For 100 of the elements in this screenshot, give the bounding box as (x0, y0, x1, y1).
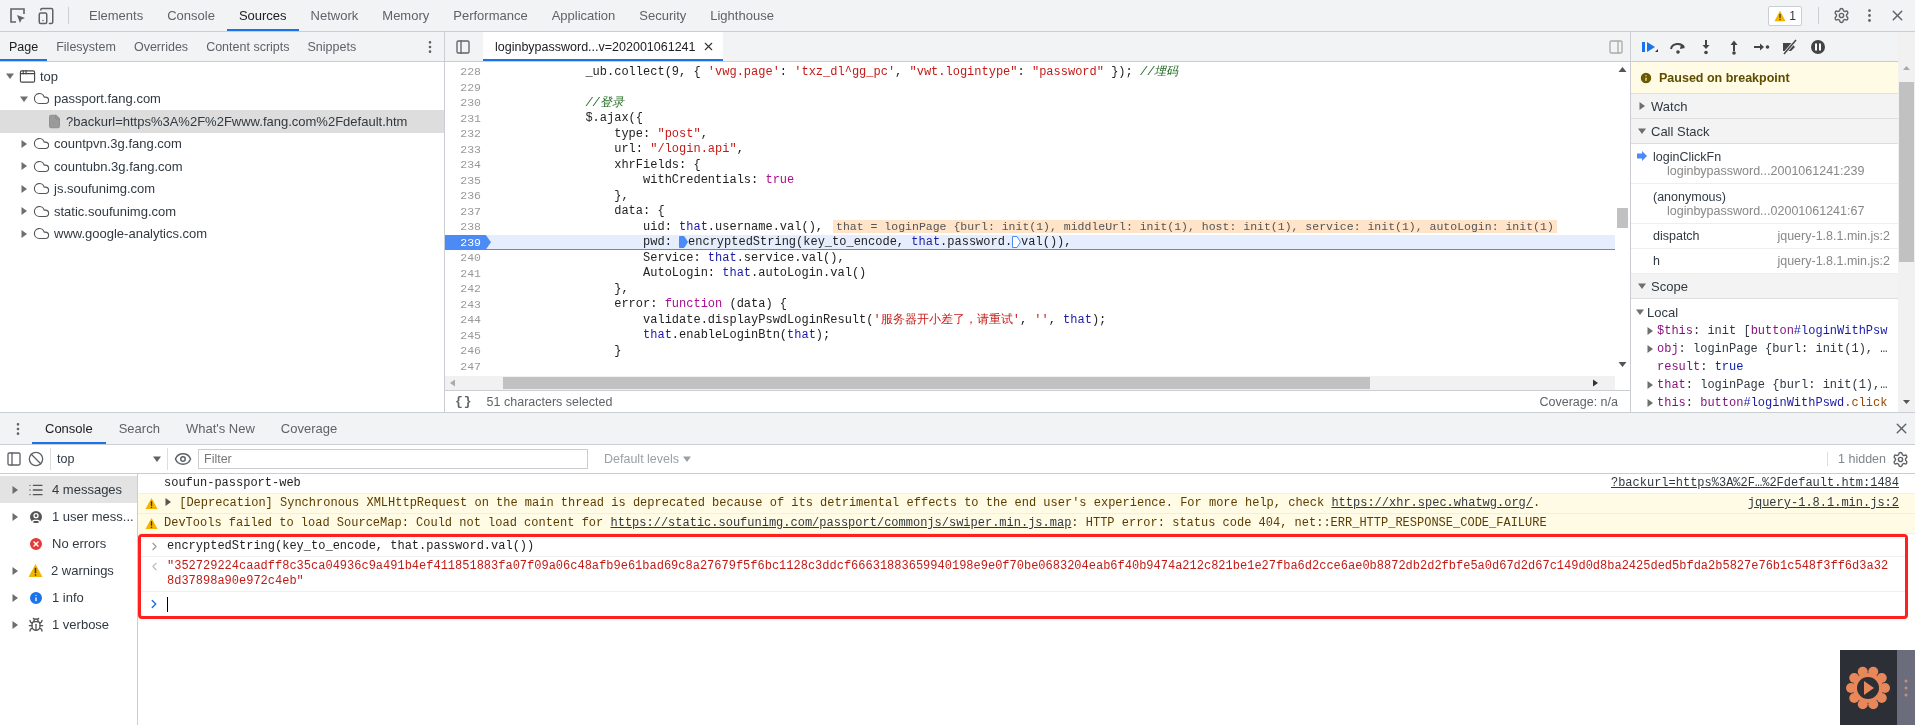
triangle-right-icon[interactable] (11, 566, 19, 575)
inspect-icon[interactable] (9, 6, 27, 25)
panel-tab[interactable]: Elements (77, 0, 156, 31)
code-text: val()), (1021, 235, 1072, 250)
drawer-tab[interactable]: What's New (172, 413, 268, 444)
panel-tab[interactable]: Lighthouse (698, 0, 786, 31)
scope-entry[interactable]: this: button#loginWithPswd.click (1657, 396, 1888, 410)
triangle-right-icon[interactable] (20, 139, 28, 148)
navigator-tab[interactable]: Page (0, 32, 48, 61)
line-number: 234 (459, 157, 482, 173)
pretty-print-button[interactable]: {} (455, 394, 473, 409)
line-number: 235 (459, 172, 482, 188)
warning-icon (144, 497, 158, 510)
scope-entry[interactable]: result: true (1657, 360, 1744, 374)
navigator-tab[interactable]: Overrides (124, 32, 198, 61)
scope-entry[interactable]: $this: init [button#loginWithPsw (1657, 324, 1888, 338)
tree-item[interactable]: countubn.3g.fang.com (0, 155, 444, 178)
tree-item[interactable]: countpvn.3g.fang.com (0, 132, 444, 155)
triangle-down-icon[interactable] (1636, 308, 1644, 316)
tree-item[interactable]: js.soufunimg.com (0, 177, 444, 200)
scrollbar[interactable] (1898, 32, 1915, 412)
drawer-tab[interactable]: Coverage (267, 413, 351, 444)
sidebar-toggle-icon[interactable] (455, 38, 471, 55)
section-header[interactable]: Watch (1631, 94, 1898, 119)
triangle-right-icon[interactable] (1646, 327, 1654, 335)
triangle-right-icon[interactable] (11, 485, 19, 494)
drawer-tab[interactable]: Search (105, 413, 173, 444)
floating-widget[interactable] (1840, 650, 1915, 725)
settings-icon[interactable] (1892, 450, 1909, 468)
sidebar-item[interactable]: 2 warnings (0, 557, 137, 584)
triangle-right-icon[interactable] (1646, 345, 1654, 353)
sidebar-toggle-icon[interactable] (6, 451, 22, 467)
warning-badge[interactable]: 1 (1768, 5, 1802, 26)
filter-field[interactable]: Filter (198, 449, 588, 469)
sidebar-item[interactable]: 1 user mess... (0, 503, 137, 530)
panel-tab[interactable]: Memory (370, 0, 442, 31)
section-header[interactable]: Scope (1631, 274, 1898, 299)
code-text: withCredentials: true (642, 173, 795, 188)
pause-icon[interactable] (1809, 38, 1827, 55)
triangle-right-icon[interactable] (20, 229, 28, 238)
tree-item[interactable]: static.soufunimg.com (0, 200, 444, 223)
source-link[interactable]: ?backurl=https%3A%2F…%2Fdefault.htm:1484 (1610, 476, 1899, 491)
triangle-right-icon[interactable] (164, 498, 172, 506)
eye-icon[interactable] (174, 450, 192, 468)
tree-item[interactable]: www.google-analytics.com (0, 222, 444, 245)
sidebar-item[interactable]: 1 verbose (0, 611, 137, 638)
link[interactable]: https://xhr.spec.whatwg.org/ (1331, 496, 1534, 510)
navigator-tab[interactable]: Snippets (298, 32, 366, 61)
tree-item[interactable]: top (0, 65, 444, 88)
settings-icon[interactable] (1832, 7, 1850, 24)
triangle-right-icon[interactable] (1646, 381, 1654, 389)
section-header[interactable]: Call Stack (1631, 119, 1898, 144)
sidebar-item[interactable]: 4 messages (0, 476, 137, 503)
triangle-right-icon[interactable] (20, 207, 28, 216)
breakpoint-marker-icon[interactable] (679, 236, 689, 249)
sidebar-item[interactable]: No errors (0, 530, 137, 557)
panel-tab[interactable]: Security (627, 0, 699, 31)
code-text: AutoLogin: that.autoLogin.val() (642, 266, 867, 281)
message-text: [Deprecation] Synchronous XMLHttpRequest on the main thread is deprecated because of its detrimental effects to the end user's experience. For more help, check https://xhr.spec.whatwg.org/. (164, 496, 1722, 511)
navigator-tab[interactable]: Filesystem (47, 32, 125, 61)
scrollbar[interactable] (445, 376, 1615, 390)
sidebar-item[interactable]: 1 info (0, 584, 137, 611)
panel-tab[interactable]: Console (155, 0, 227, 31)
scope-entry[interactable]: obj: loginPage {burl: init(1), … (1657, 342, 1888, 356)
line-number: 239 (445, 234, 491, 250)
clear-icon[interactable] (28, 451, 44, 467)
warning-icon (1774, 9, 1787, 22)
triangle-down-icon[interactable] (6, 72, 14, 81)
code-text: }, (613, 188, 629, 203)
context-select[interactable]: top (50, 448, 168, 470)
slashed-tag-icon[interactable] (1781, 38, 1799, 55)
file-tab[interactable]: loginbypassword...v=202001061241 (483, 32, 723, 61)
link[interactable]: https://static.soufunimg.com/passport/commonjs/swiper.min.js.map (610, 516, 1072, 530)
triangle-right-icon[interactable] (20, 162, 28, 171)
triangle-right-icon[interactable] (11, 620, 19, 629)
panel-tab[interactable]: Network (298, 0, 371, 31)
tree-item[interactable]: ?backurl=https%3A%2F%2Fwww.fang.com%2Fdefault.htm (0, 110, 444, 133)
panel-tab[interactable]: Application (539, 0, 628, 31)
line-number: 231 (459, 110, 482, 126)
triangle-right-icon[interactable] (1638, 102, 1646, 110)
device-icon[interactable] (37, 6, 55, 25)
breakpoint-marker-icon[interactable] (1012, 236, 1022, 249)
sidebar-toggle-icon[interactable] (1608, 38, 1624, 55)
source-link[interactable]: jquery-1.8.1.min.js:2 (1747, 496, 1899, 511)
triangle-right-icon[interactable] (20, 184, 28, 193)
triangle-down-icon[interactable] (153, 455, 161, 463)
triangle-down-icon[interactable] (1638, 127, 1646, 135)
triangle-down-icon[interactable] (1638, 282, 1646, 290)
triangle-right-icon[interactable] (1646, 399, 1654, 407)
triangle-right-icon[interactable] (11, 512, 19, 521)
triangle-down-icon[interactable] (20, 94, 28, 103)
scope-group[interactable]: Local (1636, 302, 1679, 322)
triangle-right-icon[interactable] (11, 593, 19, 602)
line-number: 228 (459, 64, 482, 80)
panel-tab[interactable]: Performance (441, 0, 540, 31)
navigator-tab[interactable]: Content scripts (197, 32, 299, 61)
tree-item[interactable]: passport.fang.com (0, 87, 444, 110)
scope-entry[interactable]: that: loginPage {burl: init(1),… (1657, 378, 1888, 392)
code-text: _ub.collect(9, { 'vwg.page': 'txz_dl^gg_pc', "vwt.logintype": "password" }); //埋码 (584, 64, 1179, 81)
info-icon (28, 589, 44, 606)
